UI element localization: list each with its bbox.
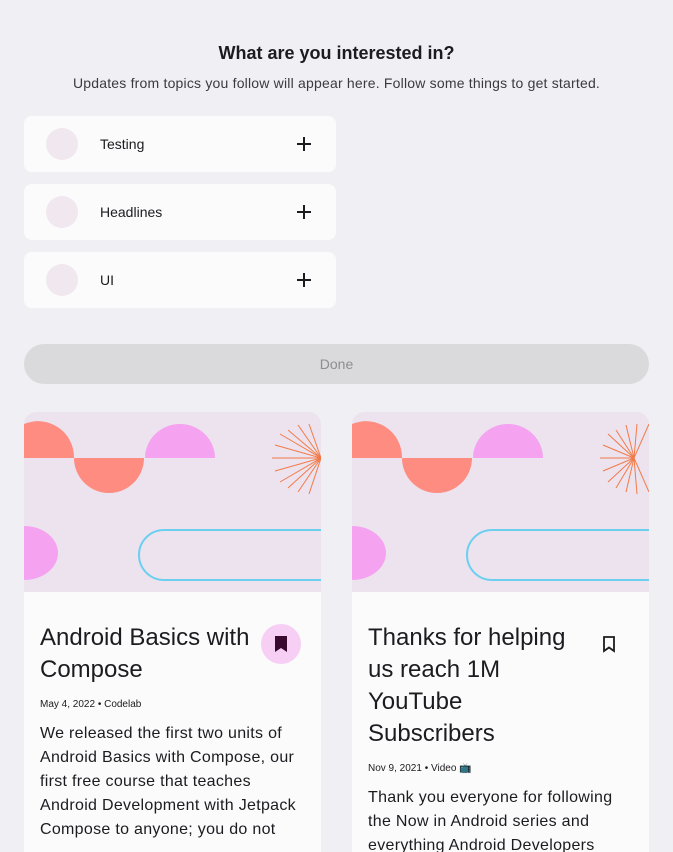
topic-label: Headlines [100,204,163,220]
card-description: We released the first two units of Andro… [40,725,296,838]
topic-avatar [46,264,78,296]
page-title: What are you interested in? [218,43,455,63]
topic-label: Testing [100,136,145,152]
add-icon[interactable] [290,130,318,158]
card-meta: Nov 9, 2021 • Video 📺 [368,763,472,774]
card-header-image [24,412,321,592]
topic-avatar [46,196,78,228]
bookmark-outline-icon [603,636,615,653]
card-title: Thanks for helping us reach 1M YouTube S… [368,624,566,747]
topic-label: UI [100,272,114,288]
done-button[interactable]: Done [24,344,649,384]
bookmark-button[interactable] [589,624,629,664]
topic-item-testing[interactable]: Testing [24,116,336,172]
bookmark-button[interactable] [261,624,301,664]
card-meta: May 4, 2022 • Codelab [40,699,142,710]
topic-avatar [46,128,78,160]
topic-item-headlines[interactable]: Headlines [24,184,336,240]
add-icon[interactable] [290,266,318,294]
bookmark-filled-icon [275,636,287,652]
news-card[interactable]: Thanks for helping us reach 1M YouTube S… [352,412,649,852]
card-title: Android Basics with Compose [40,624,250,683]
news-card[interactable]: Android Basics with Compose May 4, 2022 … [24,412,321,852]
page-subtitle: Updates from topics you follow will appe… [72,75,601,91]
card-description: Thank you everyone for following the Now… [368,789,613,852]
add-icon[interactable] [290,198,318,226]
topic-item-ui[interactable]: UI [24,252,336,308]
card-header-image [352,412,649,592]
